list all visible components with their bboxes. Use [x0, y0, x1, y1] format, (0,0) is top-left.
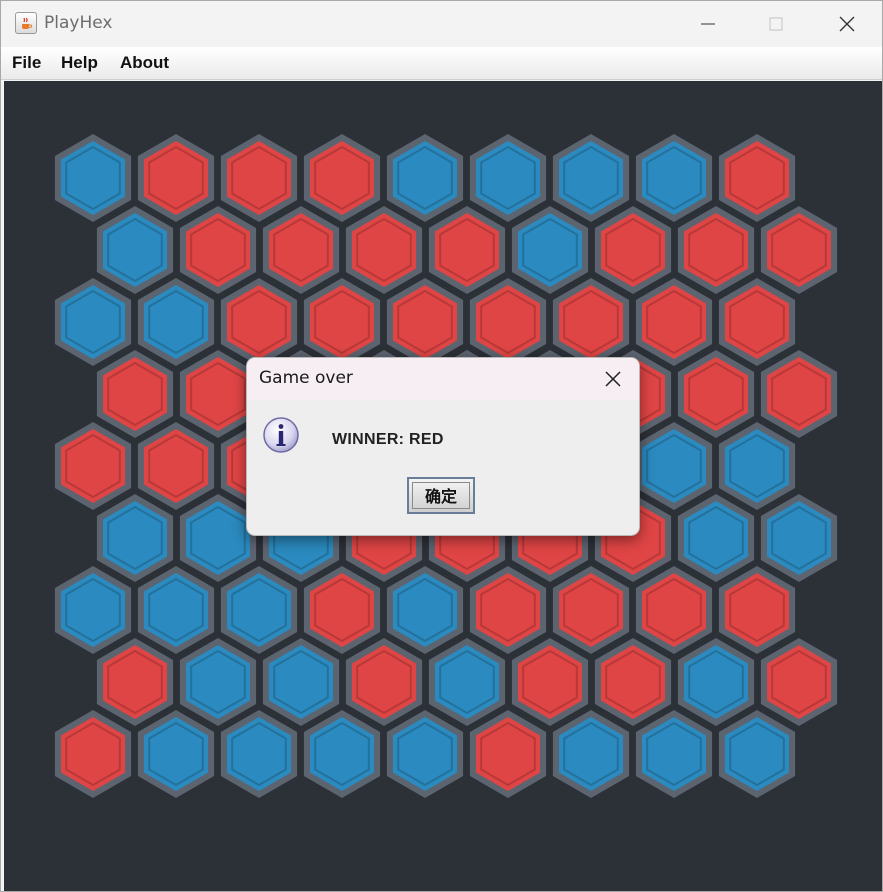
- hex-cell[interactable]: [54, 422, 132, 510]
- menu-help[interactable]: Help: [61, 53, 98, 73]
- hex-cell[interactable]: [262, 638, 340, 726]
- hex-cell[interactable]: [386, 566, 464, 654]
- title-bar[interactable]: PlayHex: [1, 1, 882, 46]
- hex-cell[interactable]: [220, 710, 298, 798]
- hex-cell[interactable]: [760, 350, 838, 438]
- hex-cell[interactable]: [137, 422, 215, 510]
- hex-cell[interactable]: [552, 566, 630, 654]
- close-icon: [605, 371, 621, 387]
- hex-cell[interactable]: [760, 638, 838, 726]
- hex-cell[interactable]: [179, 494, 257, 582]
- hex-cell[interactable]: [386, 710, 464, 798]
- dialog-title: Game over: [259, 368, 353, 388]
- hex-cell[interactable]: [303, 710, 381, 798]
- java-cup-icon: [15, 12, 37, 34]
- window-title: PlayHex: [44, 13, 113, 33]
- hex-cell[interactable]: [179, 206, 257, 294]
- hex-cell[interactable]: [137, 566, 215, 654]
- hex-cell[interactable]: [718, 278, 796, 366]
- hex-cell[interactable]: [54, 134, 132, 222]
- hex-cell[interactable]: [179, 638, 257, 726]
- hex-cell[interactable]: [303, 134, 381, 222]
- hex-cell[interactable]: [262, 206, 340, 294]
- hex-cell[interactable]: [469, 278, 547, 366]
- hex-cell[interactable]: [179, 350, 257, 438]
- hex-cell[interactable]: [303, 566, 381, 654]
- hex-cell[interactable]: [54, 566, 132, 654]
- hex-cell[interactable]: [718, 566, 796, 654]
- menu-file[interactable]: File: [12, 53, 41, 73]
- dialog-close-button[interactable]: [595, 362, 631, 396]
- hex-cell[interactable]: [96, 350, 174, 438]
- maximize-button[interactable]: [742, 1, 810, 46]
- hex-cell[interactable]: [677, 638, 755, 726]
- minimize-button[interactable]: [674, 1, 742, 46]
- ok-button[interactable]: 确定: [407, 477, 475, 514]
- hex-cell[interactable]: [469, 134, 547, 222]
- hex-cell[interactable]: [386, 134, 464, 222]
- hex-cell[interactable]: [718, 422, 796, 510]
- hex-cell[interactable]: [469, 710, 547, 798]
- hex-cell[interactable]: [54, 278, 132, 366]
- hex-cell[interactable]: [635, 710, 713, 798]
- menu-about[interactable]: About: [120, 53, 169, 73]
- hex-cell[interactable]: [718, 710, 796, 798]
- hex-cell[interactable]: [677, 206, 755, 294]
- hex-cell[interactable]: [594, 206, 672, 294]
- hex-cell[interactable]: [635, 566, 713, 654]
- hex-cell[interactable]: [718, 134, 796, 222]
- hex-cell[interactable]: [677, 494, 755, 582]
- close-button[interactable]: [813, 1, 881, 46]
- hex-cell[interactable]: [677, 350, 755, 438]
- hex-cell[interactable]: [594, 638, 672, 726]
- hex-cell[interactable]: [220, 566, 298, 654]
- hex-cell[interactable]: [635, 134, 713, 222]
- hex-cell[interactable]: [635, 278, 713, 366]
- hex-cell[interactable]: [345, 638, 423, 726]
- hex-cell[interactable]: [511, 206, 589, 294]
- hex-cell[interactable]: [96, 206, 174, 294]
- hex-cell[interactable]: [303, 278, 381, 366]
- hex-cell[interactable]: [760, 494, 838, 582]
- info-icon: [261, 415, 301, 455]
- maximize-icon: [769, 17, 783, 31]
- hex-cell[interactable]: [137, 134, 215, 222]
- hex-cell[interactable]: [552, 278, 630, 366]
- hex-cell[interactable]: [552, 134, 630, 222]
- minimize-icon: [701, 23, 715, 25]
- hex-cell[interactable]: [96, 638, 174, 726]
- game-over-dialog: Game over WINNER: RED 确定: [246, 357, 640, 536]
- hex-cell[interactable]: [220, 134, 298, 222]
- dialog-title-bar[interactable]: Game over: [247, 358, 639, 400]
- hex-cell[interactable]: [511, 638, 589, 726]
- close-icon: [839, 16, 855, 32]
- hex-cell[interactable]: [220, 278, 298, 366]
- dialog-message: WINNER: RED: [332, 431, 444, 448]
- hex-cell[interactable]: [345, 206, 423, 294]
- hex-cell[interactable]: [96, 494, 174, 582]
- hex-cell[interactable]: [760, 206, 838, 294]
- hex-cell[interactable]: [386, 278, 464, 366]
- hex-cell[interactable]: [635, 422, 713, 510]
- hex-cell[interactable]: [469, 566, 547, 654]
- hex-cell[interactable]: [54, 710, 132, 798]
- hex-cell[interactable]: [137, 278, 215, 366]
- ok-button-label: 确定: [412, 482, 470, 509]
- hex-cell[interactable]: [137, 710, 215, 798]
- hex-cell[interactable]: [428, 206, 506, 294]
- hex-cell[interactable]: [552, 710, 630, 798]
- hex-cell[interactable]: [428, 638, 506, 726]
- menu-bar: File Help About: [1, 47, 882, 80]
